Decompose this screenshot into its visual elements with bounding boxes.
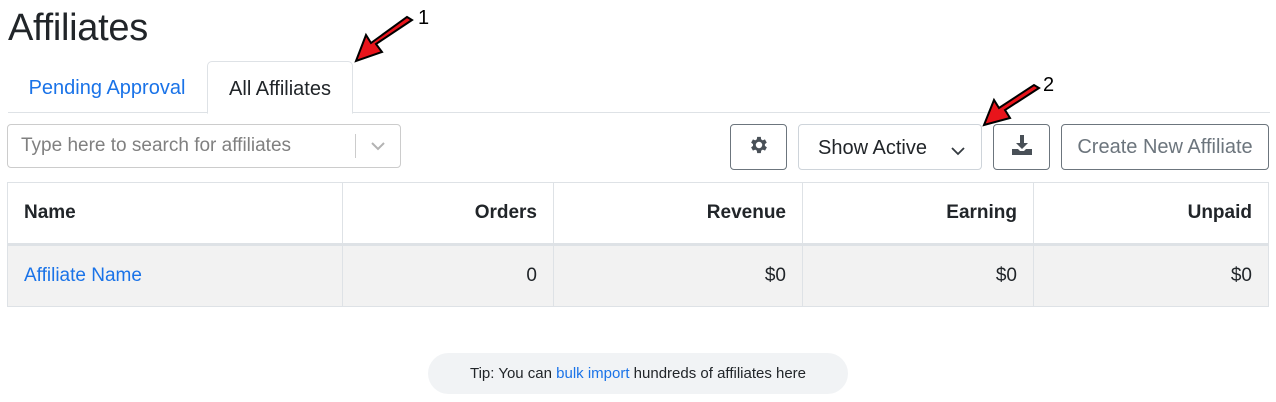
annotation-arrow-2 (982, 83, 1041, 127)
status-filter-select[interactable]: Show Active (798, 124, 982, 170)
revenue-cell: $0 (553, 244, 803, 307)
column-header-name[interactable]: Name (7, 182, 343, 246)
column-header-revenue[interactable]: Revenue (553, 182, 803, 246)
search-select[interactable] (7, 124, 401, 168)
unpaid-cell: $0 (1033, 244, 1269, 307)
tip-prefix: Tip: You can (469, 365, 557, 382)
affiliates-table: Name Orders Revenue Earning Unpaid Affil… (7, 182, 1269, 307)
affiliate-name-cell: Affiliate Name (7, 244, 343, 307)
column-header-unpaid[interactable]: Unpaid (1033, 182, 1269, 246)
settings-button[interactable] (730, 124, 787, 170)
gear-icon (748, 134, 770, 161)
tip-suffix: hundreds of affiliates here (629, 365, 807, 382)
tab-pending-approval[interactable]: Pending Approval (8, 61, 206, 113)
search-input[interactable] (8, 125, 353, 167)
annotation-arrow-1 (354, 15, 414, 63)
tab-bar: Pending Approval All Affiliates (8, 61, 1270, 114)
affiliate-name-link[interactable]: Affiliate Name (24, 265, 142, 286)
orders-cell: 0 (342, 244, 554, 307)
table-header-row: Name Orders Revenue Earning Unpaid (7, 182, 1269, 246)
annotation-label-2: 2 (1043, 74, 1055, 96)
download-icon (1010, 133, 1034, 162)
table-row: Affiliate Name 0 $0 $0 $0 (7, 244, 1269, 307)
annotation-label-1: 1 (418, 7, 430, 29)
earning-cell: $0 (802, 244, 1034, 307)
bulk-import-link[interactable]: bulk import (556, 365, 629, 382)
chevron-down-icon[interactable] (356, 125, 400, 167)
chevron-down-icon (951, 139, 965, 162)
page-title: Affiliates (8, 7, 148, 49)
column-header-earning[interactable]: Earning (802, 182, 1034, 246)
status-filter-value: Show Active (818, 137, 927, 159)
column-header-orders[interactable]: Orders (342, 182, 554, 246)
tip-banner: Tip: You can bulk import hundreds of aff… (428, 353, 848, 394)
export-button[interactable] (993, 124, 1050, 170)
tab-all-affiliates[interactable]: All Affiliates (207, 61, 353, 114)
create-affiliate-button[interactable]: Create New Affiliate (1061, 124, 1269, 170)
